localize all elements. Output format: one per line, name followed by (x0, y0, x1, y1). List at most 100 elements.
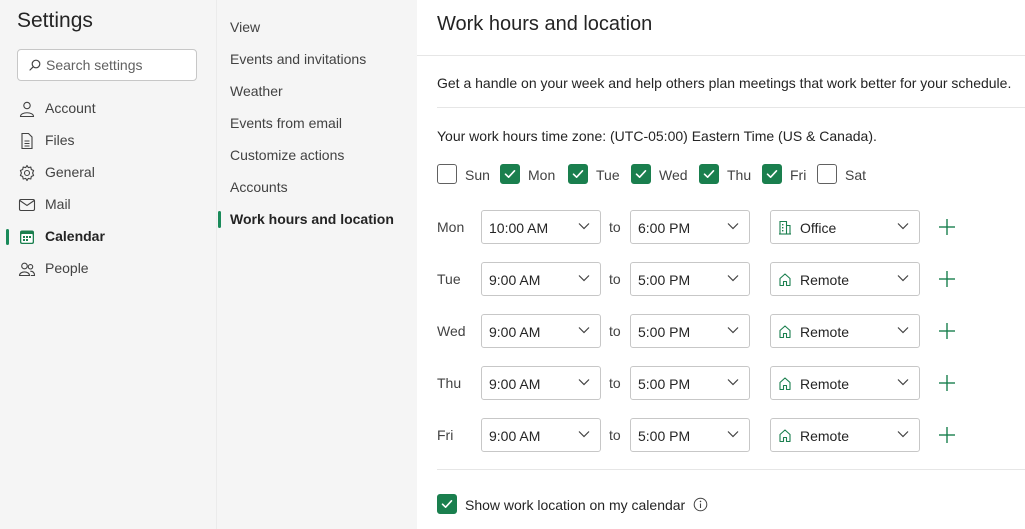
divider (437, 469, 1025, 470)
day-checkbox-label: Fri (790, 167, 807, 183)
file-icon (21, 132, 33, 150)
location-dropdown[interactable]: Remote (770, 314, 920, 348)
checkbox-checked[interactable] (500, 164, 520, 184)
checkbox-checked[interactable] (631, 164, 651, 184)
subnav-item-view[interactable]: View (217, 11, 417, 43)
day-checkbox-label: Sun (465, 167, 490, 183)
location-dropdown[interactable]: Remote (770, 366, 920, 400)
end-time-value: 6:00 PM (638, 220, 691, 236)
schedule-row-tue: Tue 9:00 AM to 5:00 PM Remote (417, 262, 1025, 298)
nav-item-account[interactable]: Account (0, 93, 216, 125)
nav-item-label: People (45, 260, 89, 276)
location-value: Remote (800, 376, 850, 392)
checkmark-icon (572, 170, 584, 178)
nav-item-label: General (45, 164, 95, 180)
nav-item-label: Account (45, 100, 96, 116)
chevron-down-icon (897, 431, 909, 438)
start-time-dropdown[interactable]: 9:00 AM (481, 314, 601, 348)
add-icon[interactable] (937, 373, 957, 393)
nav-item-people[interactable]: People (0, 253, 216, 285)
info-icon[interactable] (693, 497, 708, 512)
start-time-dropdown[interactable]: 10:00 AM (481, 210, 601, 244)
nav-item-general[interactable]: General (0, 157, 216, 189)
checkbox[interactable] (437, 164, 457, 184)
work-hours-panel: Work hours and location Get a handle on … (417, 0, 1025, 529)
chevron-down-icon (897, 379, 909, 386)
to-label: to (609, 427, 621, 443)
home-icon (779, 273, 791, 287)
nav-item-files[interactable]: Files (0, 125, 216, 157)
schedule-row-wed: Wed 9:00 AM to 5:00 PM Remote (417, 314, 1025, 350)
chevron-down-icon (727, 379, 739, 386)
add-icon[interactable] (937, 321, 957, 341)
end-time-dropdown[interactable]: 5:00 PM (630, 418, 750, 452)
to-label: to (609, 219, 621, 235)
add-icon[interactable] (937, 425, 957, 445)
subnav-item-work-hours-and-location[interactable]: Work hours and location (217, 203, 417, 235)
nav-item-calendar[interactable]: Calendar (0, 221, 216, 253)
location-value: Remote (800, 272, 850, 288)
day-checkbox-mon[interactable]: Mon (500, 164, 560, 186)
schedule-row-mon: Mon 10:00 AM to 6:00 PM Office (417, 210, 1025, 246)
schedule-day-label: Tue (437, 271, 461, 287)
day-checkbox-label: Tue (596, 167, 620, 183)
subnav-item-label: Events and invitations (230, 51, 367, 67)
checkbox-checked[interactable] (699, 164, 719, 184)
to-label: to (609, 375, 621, 391)
location-dropdown[interactable]: Office (770, 210, 920, 244)
chevron-down-icon (727, 223, 739, 230)
add-icon[interactable] (937, 269, 957, 289)
settings-title: Settings (17, 9, 93, 32)
subnav-item-accounts[interactable]: Accounts (217, 171, 417, 203)
end-time-dropdown[interactable]: 5:00 PM (630, 262, 750, 296)
search-settings-box[interactable] (17, 49, 197, 81)
checkbox-checked[interactable] (568, 164, 588, 184)
end-time-dropdown[interactable]: 5:00 PM (630, 314, 750, 348)
start-time-dropdown[interactable]: 9:00 AM (481, 418, 601, 452)
nav-item-mail[interactable]: Mail (0, 189, 216, 221)
start-time-dropdown[interactable]: 9:00 AM (481, 366, 601, 400)
location-dropdown[interactable]: Remote (770, 418, 920, 452)
checkbox[interactable] (817, 164, 837, 184)
chevron-down-icon (578, 327, 590, 334)
subnav-item-weather[interactable]: Weather (217, 75, 417, 107)
active-indicator (6, 229, 9, 245)
location-value: Remote (800, 428, 850, 444)
show-work-location-option[interactable]: Show work location on my calendar (437, 494, 837, 516)
day-checkbox-sat[interactable]: Sat (817, 164, 877, 186)
day-checkbox-sun[interactable]: Sun (437, 164, 497, 186)
subnav-item-customize-actions[interactable]: Customize actions (217, 139, 417, 171)
checkmark-icon (504, 170, 516, 178)
subnav-item-label: Events from email (230, 115, 343, 131)
subnav-item-events-from-email[interactable]: Events from email (217, 107, 417, 139)
location-dropdown[interactable]: Remote (770, 262, 920, 296)
day-checkbox-label: Sat (845, 167, 867, 183)
day-checkbox-label: Wed (659, 167, 688, 183)
start-time-dropdown[interactable]: 9:00 AM (481, 262, 601, 296)
subnav-item-label: View (230, 19, 261, 35)
divider (437, 107, 1025, 108)
schedule-day-label: Mon (437, 219, 465, 235)
chevron-down-icon (897, 223, 909, 230)
chevron-down-icon (897, 275, 909, 282)
subnav-item-label: Weather (230, 83, 283, 99)
search-settings-input[interactable] (46, 56, 191, 74)
end-time-dropdown[interactable]: 5:00 PM (630, 366, 750, 400)
schedule-day-label: Fri (437, 427, 454, 443)
day-checkbox-fri[interactable]: Fri (762, 164, 822, 186)
to-label: to (609, 323, 621, 339)
day-checkbox-wed[interactable]: Wed (631, 164, 691, 186)
home-icon (779, 325, 791, 339)
day-checkbox-thu[interactable]: Thu (699, 164, 759, 186)
people-icon (18, 262, 36, 277)
show-work-location-checkbox[interactable] (437, 494, 457, 514)
chevron-down-icon (727, 431, 739, 438)
day-checkbox-label: Thu (727, 167, 752, 183)
schedule-row-thu: Thu 9:00 AM to 5:00 PM Remote (417, 366, 1025, 402)
day-checkbox-tue[interactable]: Tue (568, 164, 628, 186)
home-icon (779, 429, 791, 443)
add-icon[interactable] (937, 217, 957, 237)
end-time-dropdown[interactable]: 6:00 PM (630, 210, 750, 244)
subnav-item-events-and-invitations[interactable]: Events and invitations (217, 43, 417, 75)
checkbox-checked[interactable] (762, 164, 782, 184)
